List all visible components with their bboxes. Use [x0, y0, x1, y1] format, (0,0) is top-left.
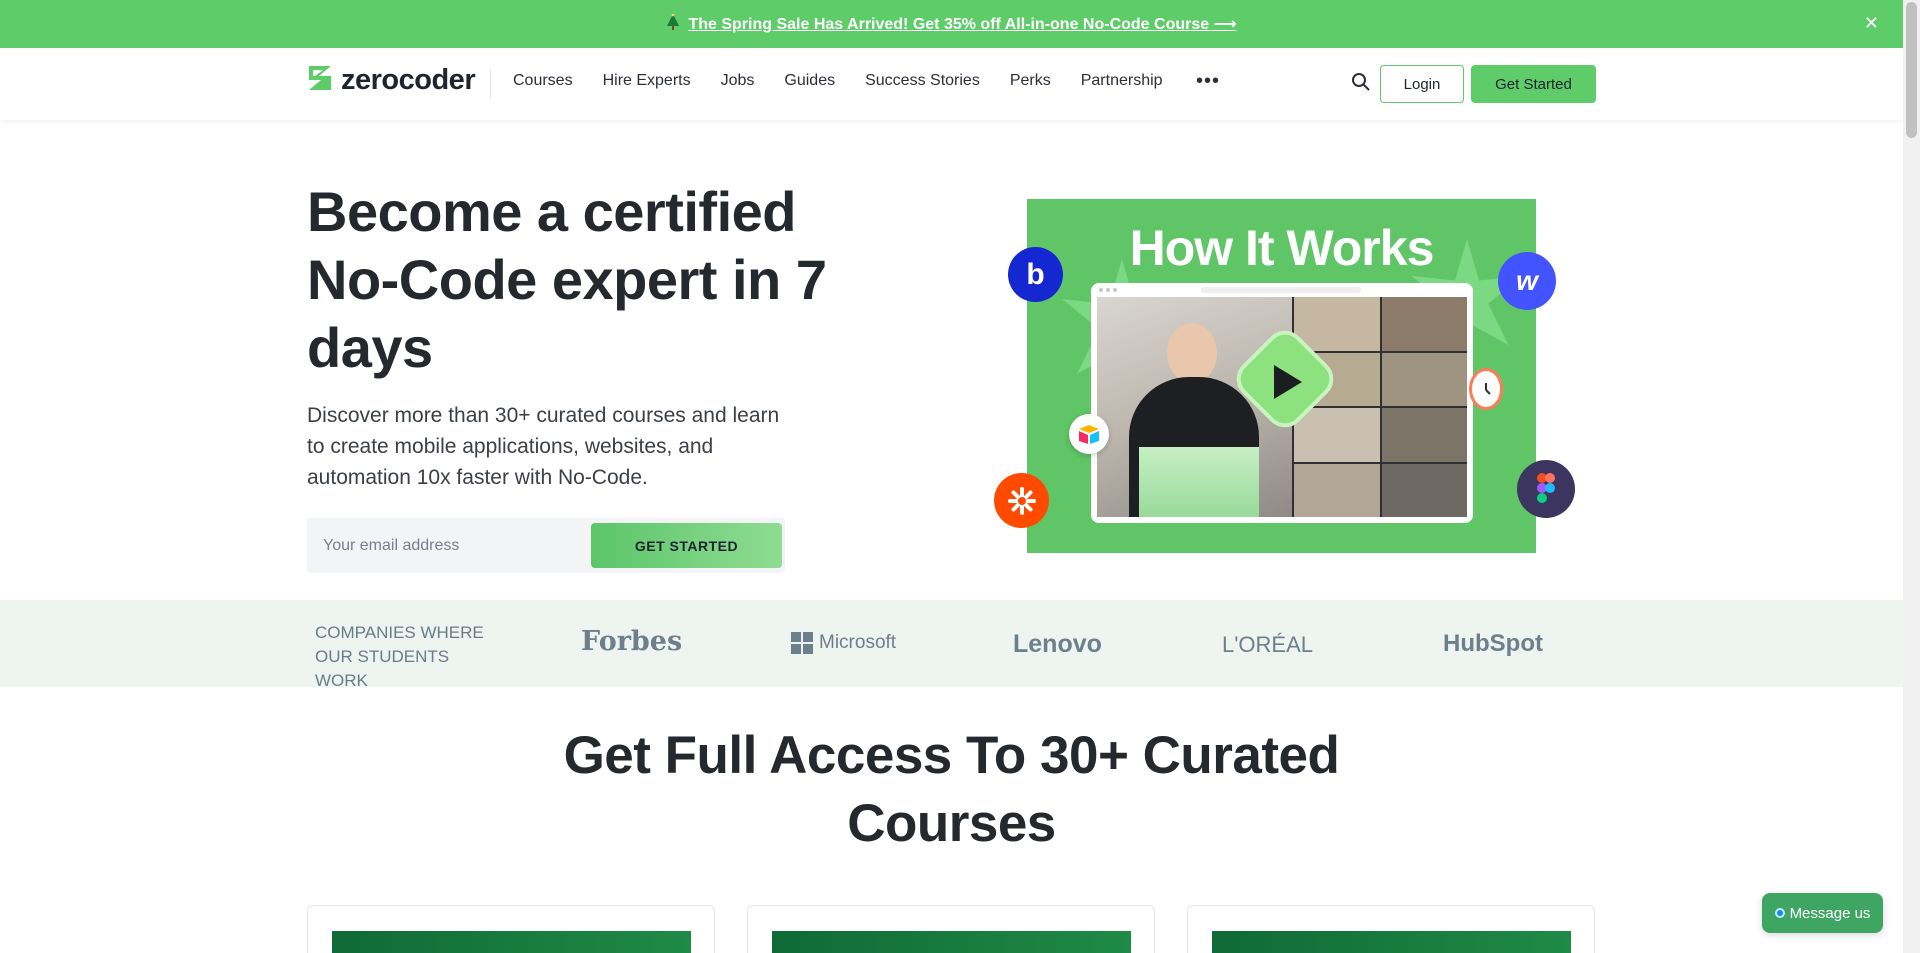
nav-guides[interactable]: Guides [784, 72, 835, 90]
login-button[interactable]: Login [1380, 65, 1464, 103]
forbes-logo: Forbes [581, 626, 683, 657]
participant-tile [1294, 297, 1380, 351]
play-icon[interactable] [1274, 365, 1302, 399]
get-started-button[interactable]: Get Started [1471, 65, 1596, 103]
christmas-tree-icon [666, 13, 680, 35]
course-thumbnail [1212, 931, 1571, 953]
hero-title: Become a certified No-Code expert in 7 d… [307, 180, 827, 379]
chat-icon [1774, 908, 1785, 918]
email-get-started-button[interactable]: GET STARTED [591, 523, 782, 568]
lenovo-logo: Lenovo [1013, 630, 1102, 658]
zerocoder-logo-icon [307, 64, 333, 97]
search-icon[interactable] [1351, 72, 1371, 97]
site-header: zerocoder Courses Hire Experts Jobs Guid… [0, 48, 1903, 120]
browser-url-bar [1201, 287, 1361, 293]
message-us-button[interactable]: Message us [1762, 893, 1883, 933]
logo-divider [490, 70, 491, 98]
promo-link[interactable]: The Spring Sale Has Arrived! Get 35% off… [666, 13, 1237, 35]
course-card[interactable] [1187, 905, 1595, 953]
message-us-label: Message us [1789, 904, 1871, 922]
nav-jobs[interactable]: Jobs [721, 72, 755, 90]
nav-success-stories[interactable]: Success Stories [865, 72, 980, 90]
figma-icon [1517, 460, 1575, 518]
section-title: Get Full Access To 30+ Curated Courses [563, 726, 1340, 853]
zapier-icon [994, 473, 1049, 528]
scrollbar-thumb[interactable] [1906, 2, 1917, 138]
microsoft-logo-text: Microsoft [819, 632, 897, 653]
hero-subtitle: Discover more than 30+ curated courses a… [307, 404, 780, 489]
participant-tile [1381, 352, 1467, 406]
companies-label: COMPANIES WHERE OUR STUDENTS WORK [315, 623, 484, 690]
hubspot-logo: HubSpot [1443, 630, 1543, 657]
webflow-icon: w [1498, 252, 1556, 310]
email-input[interactable] [323, 518, 583, 573]
nav-courses[interactable]: Courses [513, 72, 573, 90]
logo[interactable]: zerocoder [307, 64, 476, 97]
main-nav: Courses Hire Experts Jobs Guides Success… [513, 72, 1163, 90]
participant-tile [1381, 297, 1467, 351]
microsoft-logo: Microsoft [791, 632, 896, 654]
nav-partnership[interactable]: Partnership [1081, 72, 1163, 90]
promo-text: The Spring Sale Has Arrived! Get 35% off… [688, 16, 1237, 33]
bubble-icon: b [1008, 247, 1063, 302]
email-signup-form: GET STARTED [307, 518, 785, 573]
browser-dots [1099, 288, 1117, 292]
participant-tile [1294, 463, 1380, 517]
course-card[interactable] [747, 905, 1155, 953]
page-scrollbar[interactable] [1903, 0, 1920, 953]
more-icon[interactable]: ••• [1196, 70, 1220, 93]
logo-text: zerocoder [341, 64, 476, 96]
airtable-icon [1069, 414, 1109, 454]
participant-tile [1294, 408, 1380, 462]
participant-tile [1381, 463, 1467, 517]
video-title: How It Works [1129, 220, 1435, 276]
clock-app-icon [1469, 368, 1503, 410]
course-card[interactable] [307, 905, 715, 953]
nav-hire-experts[interactable]: Hire Experts [603, 72, 691, 90]
course-thumbnail [772, 931, 1131, 953]
close-icon[interactable]: ✕ [1864, 14, 1879, 32]
microsoft-grid-icon [791, 632, 813, 654]
course-thumbnail [332, 931, 691, 953]
companies-band: COMPANIES WHERE OUR STUDENTS WORK Forbes… [0, 600, 1903, 690]
participant-tile [1381, 408, 1467, 462]
loreal-logo: L'ORÉAL [1222, 632, 1314, 657]
how-it-works-video[interactable]: How It Works [1027, 199, 1536, 553]
promo-bar: The Spring Sale Has Arrived! Get 35% off… [0, 0, 1903, 48]
nav-perks[interactable]: Perks [1010, 72, 1051, 90]
